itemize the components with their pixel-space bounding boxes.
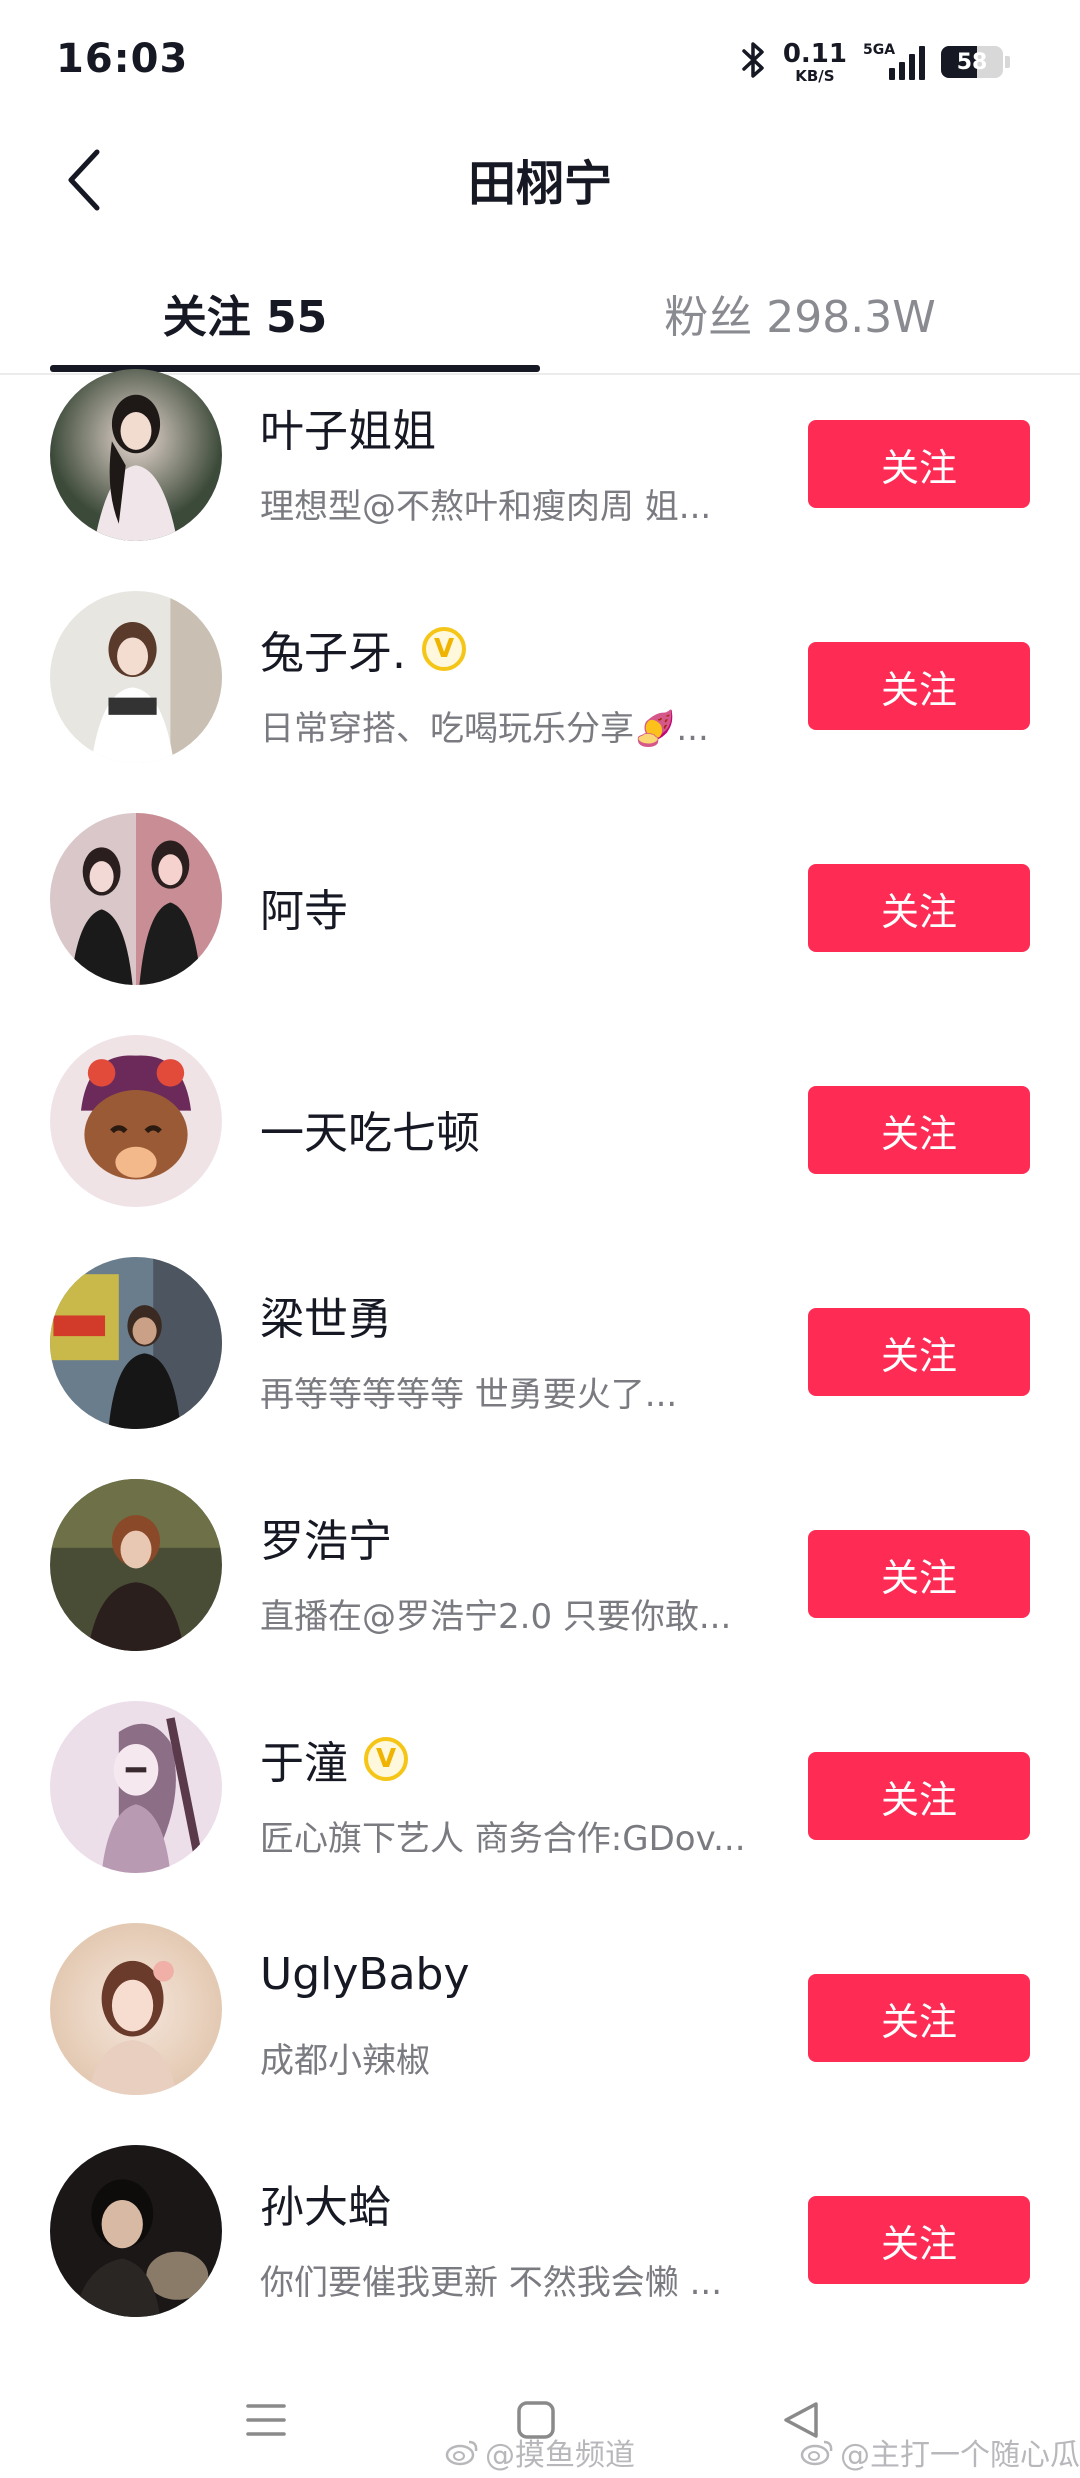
battery-icon: 58 — [941, 46, 1010, 78]
list-item[interactable]: 罗浩宁 直播在@罗浩宁2.0 只要你敢... 关注 — [0, 1479, 1080, 1707]
avatar[interactable] — [50, 1035, 222, 1207]
watermark-text: @摸鱼频道 — [485, 2438, 635, 2473]
user-name[interactable]: 罗浩宁 — [260, 1505, 392, 1569]
verified-badge-icon: V — [422, 627, 466, 671]
user-bio: 再等等等等等 世勇要火了... — [260, 1375, 678, 1415]
network-speed-value: 0.11 — [782, 38, 847, 69]
follow-button[interactable]: 关注 — [808, 1974, 1030, 2062]
header: 田栩宁 — [0, 120, 1080, 240]
tab-following[interactable]: 关注 55 — [0, 255, 540, 371]
avatar[interactable] — [50, 2145, 222, 2317]
network-type: 5GA — [863, 42, 896, 58]
watermark: @主打一个随心瓜 — [800, 2430, 1080, 2474]
follow-button[interactable]: 关注 — [808, 420, 1030, 508]
weibo-logo-icon — [445, 2440, 478, 2466]
list-item[interactable]: 梁世勇 再等等等等等 世勇要火了... 关注 — [0, 1257, 1080, 1485]
avatar[interactable] — [50, 369, 222, 541]
network-speed-unit: KB/S — [795, 66, 835, 85]
avatar[interactable] — [50, 1701, 222, 1873]
avatar[interactable] — [50, 591, 222, 763]
user-bio: 日常穿搭、吃喝玩乐分享🍠... — [260, 709, 709, 749]
tab-bar: 关注 55 粉丝 298.3W — [0, 255, 1080, 375]
follow-button[interactable]: 关注 — [808, 642, 1030, 730]
list-item[interactable]: UglyBaby 成都小辣椒 关注 — [0, 1923, 1080, 2151]
user-bio: 匠心旗下艺人 商务合作:GDov... — [260, 1819, 746, 1859]
list-item[interactable]: 阿寺 关注 — [0, 813, 1080, 1041]
page-title: 田栩宁 — [467, 156, 612, 212]
follow-button[interactable]: 关注 — [808, 864, 1030, 952]
follow-button[interactable]: 关注 — [808, 1752, 1030, 1840]
tab-followers[interactable]: 粉丝 298.3W — [540, 255, 1080, 371]
user-name[interactable]: 阿寺 — [260, 875, 348, 939]
follow-button[interactable]: 关注 — [808, 1308, 1030, 1396]
menu-icon — [246, 2404, 286, 2436]
list-item[interactable]: 于潼 V 匠心旗下艺人 商务合作:GDov... 关注 — [0, 1701, 1080, 1929]
avatar[interactable] — [50, 813, 222, 985]
user-bio: 你们要催我更新 不然我会懒 ... — [260, 2263, 723, 2303]
user-bio: 直播在@罗浩宁2.0 只要你敢... — [260, 1597, 732, 1637]
follow-button[interactable]: 关注 — [808, 1086, 1030, 1174]
list-item[interactable]: 一天吃七顿 关注 — [0, 1035, 1080, 1263]
user-bio: 成都小辣椒 — [260, 2041, 430, 2081]
user-name[interactable]: UglyBaby — [260, 1949, 470, 2000]
weibo-logo-icon — [800, 2440, 833, 2466]
follow-button[interactable]: 关注 — [808, 1530, 1030, 1618]
avatar[interactable] — [50, 1257, 222, 1429]
following-page: 16:03 0.11 KB/S 5GA 58 田栩宁 关注 55 粉丝 298.… — [0, 0, 1080, 2478]
list-item[interactable]: 叶子姐姐 理想型@不熬叶和瘦肉周 姐... 关注 — [0, 369, 1080, 597]
user-name[interactable]: 于潼 — [260, 1727, 348, 1791]
follow-button[interactable]: 关注 — [808, 2196, 1030, 2284]
user-name[interactable]: 孙大蛤 — [260, 2171, 392, 2235]
user-name[interactable]: 一天吃七顿 — [260, 1097, 480, 1161]
following-list: 叶子姐姐 理想型@不熬叶和瘦肉周 姐... 关注 兔子牙. V 日常穿搭、吃喝玩… — [0, 369, 1080, 2373]
watermark: @摸鱼频道 — [445, 2430, 635, 2474]
avatar[interactable] — [50, 1479, 222, 1651]
user-bio: 理想型@不熬叶和瘦肉周 姐... — [260, 487, 712, 527]
user-name[interactable]: 叶子姐姐 — [260, 395, 436, 459]
signal-icon: 5GA — [863, 42, 925, 80]
bluetooth-icon — [741, 41, 767, 83]
user-name[interactable]: 梁世勇 — [260, 1283, 392, 1347]
status-time: 16:03 — [56, 36, 189, 82]
avatar[interactable] — [50, 1923, 222, 2095]
watermark-text: @主打一个随心瓜 — [840, 2438, 1080, 2473]
list-item[interactable]: 孙大蛤 你们要催我更新 不然我会懒 ... 关注 — [0, 2145, 1080, 2373]
verified-badge-icon: V — [364, 1737, 408, 1781]
menu-button[interactable] — [226, 2390, 306, 2450]
status-icons: 0.11 KB/S 5GA 58 — [741, 38, 1010, 86]
list-item[interactable]: 兔子牙. V 日常穿搭、吃喝玩乐分享🍠... 关注 — [0, 591, 1080, 819]
user-name[interactable]: 兔子牙. — [260, 617, 406, 681]
battery-level: 58 — [956, 49, 988, 75]
status-bar: 16:03 0.11 KB/S 5GA 58 — [0, 0, 1080, 120]
network-speed: 0.11 KB/S — [783, 41, 847, 84]
